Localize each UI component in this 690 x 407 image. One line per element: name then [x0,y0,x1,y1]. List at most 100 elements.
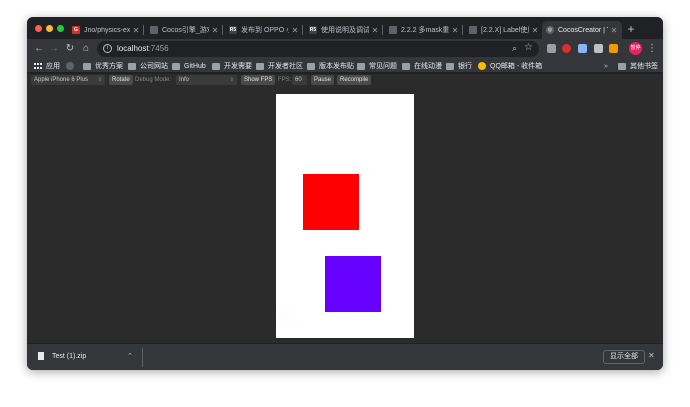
reload-icon[interactable]: ↻ [63,42,77,56]
tab-title: Jno/physics-exa [84,26,130,34]
extension-icon[interactable] [547,44,556,53]
bookmark-star-icon[interactable]: ☆ [524,42,533,53]
bookmark-globe[interactable] [66,60,78,72]
red-square [303,174,359,230]
fps-label: FPS: [278,77,292,83]
close-icon[interactable]: ✕ [451,26,459,35]
close-icon[interactable]: ✕ [531,26,539,35]
bookmark-folder-dev-community[interactable]: 开发者社区 [256,60,303,72]
page-favicon-icon [469,26,477,34]
qq-mail-icon [478,62,486,70]
show-fps-button[interactable]: Show FPS [241,75,276,85]
site-info-icon[interactable]: i [103,44,112,53]
bookmark-folder-dev-needs[interactable]: 开发需要 [212,60,252,72]
tab-mask-overlap[interactable]: 2.2.2 多mask重叠 ✕ [385,21,463,39]
bookmark-folder-github[interactable]: GitHub [172,60,206,72]
r5-favicon-icon: R5 [229,26,237,34]
tab-title: 2.2.2 多mask重叠 [401,27,449,34]
bookmark-label: 优秀方案 [95,63,123,70]
debug-mode-label: Debug Mode: [135,77,172,83]
forward-arrow-icon[interactable]: → [47,42,61,56]
bookmark-label: 应用 [46,63,60,70]
close-icon[interactable]: ✕ [648,351,655,360]
folder-icon [618,62,626,70]
tab-oppo-publish[interactable]: R5 发布到 OPPO 小游 ✕ [225,21,303,39]
kebab-menu-icon[interactable]: ⋮ [647,42,657,56]
bookmark-label: 在线动漫 [414,63,442,70]
extension-orange-icon[interactable] [609,44,618,53]
minimize-window-button[interactable] [46,25,53,32]
preview-toolbar: Apple iPhone 6 Plus ⇕ Rotate Debug Mode: … [27,74,663,86]
bookmark-label: 银行 [458,63,472,70]
page-favicon-icon [389,26,397,34]
download-divider [142,348,143,367]
tab-debug-instructions[interactable]: R5 使用说明及调试 ✕ [305,21,383,39]
tab-cocos-creator-active[interactable]: ◎ CocosCreator | Ti ✕ [542,21,622,39]
select-caret-icon: ⇕ [97,77,102,83]
download-item[interactable]: Test (1).zip ⌃ [33,347,140,368]
debug-mode-select[interactable]: Info ⇕ [176,75,237,85]
bookmark-folder-company[interactable]: 公司网站 [128,60,168,72]
debug-mode-value: Info [179,77,190,83]
tab-title: Cocos引擎_游戏开 [162,27,209,34]
tab-strip: G Jno/physics-exa ✕ Cocos引擎_游戏开 ✕ R5 发布到… [27,17,663,39]
page-favicon-icon [150,26,158,34]
zoom-search-icon[interactable]: ⌕ [512,43,517,54]
bookmark-folder-anime[interactable]: 在线动漫 [402,60,442,72]
close-icon[interactable]: ✕ [610,26,618,35]
url-port: :7456 [148,44,169,53]
browser-window: G Jno/physics-exa ✕ Cocos引擎_游戏开 ✕ R5 发布到… [27,17,663,370]
bookmark-label: GitHub [184,62,206,70]
folder-icon [357,62,365,70]
folder-icon [402,62,410,70]
tab-cocos-engine[interactable]: Cocos引擎_游戏开 ✕ [146,21,223,39]
download-shelf: Test (1).zip ⌃ 显示全部 ✕ [27,343,663,370]
zoom-window-button[interactable] [57,25,64,32]
close-icon[interactable]: ✕ [291,26,299,35]
url-host: localhost [117,44,149,53]
extension-blue-icon[interactable] [578,44,587,53]
profile-avatar[interactable]: 暂停 [629,42,642,55]
new-tab-plus-icon[interactable]: + [624,21,638,37]
bookmark-folder-release-posts[interactable]: 版本发布贴 [307,60,354,72]
rotate-button[interactable]: Rotate [109,75,133,85]
bookmarks-overflow-chevron-icon[interactable]: » [604,60,608,72]
fps-input[interactable]: 60 [292,75,307,85]
bookmark-folder-bank[interactable]: 银行 [446,60,472,72]
device-select[interactable]: Apple iPhone 6 Plus ⇕ [31,75,105,85]
extension-grid-icon[interactable] [594,44,603,53]
download-file-name[interactable]: Test (1).zip [52,353,86,360]
bookmark-folder-solutions[interactable]: 优秀方案 [83,60,123,72]
tab-title: 发布到 OPPO 小游 [241,27,289,34]
folder-icon [256,62,264,70]
purple-square [325,256,381,312]
close-icon[interactable]: ✕ [132,26,140,35]
pause-button[interactable]: Pause [311,75,335,85]
browser-toolbar: ← → ↻ ⌂ i localhost:7456 ⌕ ☆ 暂停 ⋮ [27,39,663,59]
recompile-button[interactable]: Recompile [337,75,372,85]
bookmark-label: 开发者社区 [268,63,303,70]
url-text[interactable]: localhost:7456 [117,43,169,55]
bookmark-folder-other[interactable]: 其他书签 [618,60,658,72]
bookmarks-bar: 应用 优秀方案 公司网站 GitHub 开发需要 开发者社区 版本发布贴 常见问… [27,59,663,73]
zip-file-icon [38,352,44,360]
apps-grid-icon [34,62,42,70]
bookmark-qq-mail[interactable]: QQ邮箱 - 收件箱 [478,60,542,72]
bookmark-apps[interactable]: 应用 [34,60,60,72]
back-arrow-icon[interactable]: ← [32,42,46,56]
chevron-up-icon[interactable]: ⌃ [127,352,133,360]
close-icon[interactable]: ✕ [211,26,219,35]
home-icon[interactable]: ⌂ [79,42,93,56]
folder-icon [172,62,180,70]
bookmark-folder-faq[interactable]: 常见问题 [357,60,397,72]
game-canvas[interactable]: · · · · · · · · · · · · · · · · · · · · … [276,94,414,338]
tab-physics-example[interactable]: G Jno/physics-exa ✕ [68,21,144,39]
address-bar[interactable]: i localhost:7456 ⌕ ☆ [97,41,539,57]
extension-red-icon[interactable] [562,44,571,53]
tab-label-usage[interactable]: [2.2.X] Label使用 ✕ [465,21,543,39]
close-icon[interactable]: ✕ [371,26,379,35]
show-all-downloads-button[interactable]: 显示全部 [603,350,645,364]
close-window-button[interactable] [35,25,42,32]
globe-icon [66,62,74,70]
tab-title: CocosCreator | Ti [558,26,608,34]
